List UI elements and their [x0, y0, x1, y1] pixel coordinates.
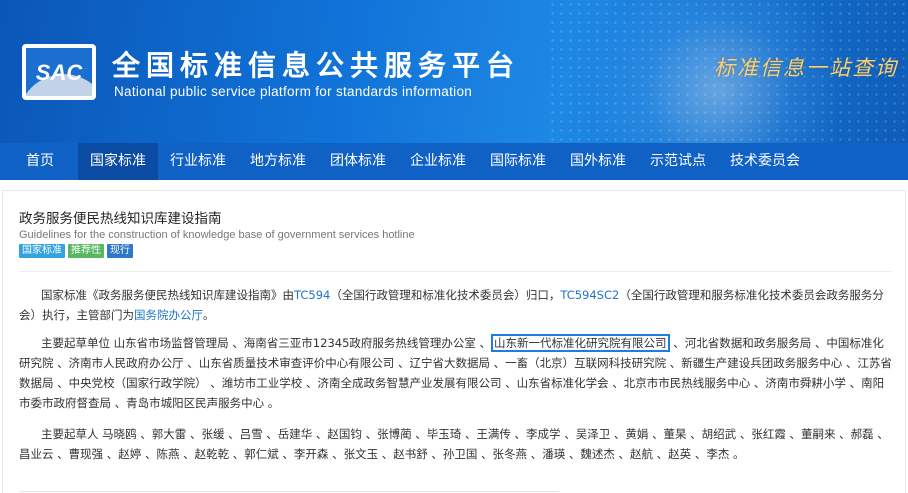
status-tags: 国家标准 推荐性 现行	[19, 244, 133, 258]
highlighted-unit[interactable]: 山东新一代标准化研究院有限公司	[491, 334, 670, 352]
tag-current: 现行	[107, 244, 133, 258]
divider	[19, 271, 891, 272]
drafting-units-before: 主要起草单位 山东省市场监督管理局 、海南省三亚市12345政府服务热线管理办公…	[41, 336, 492, 350]
tc594-link[interactable]: TC594	[294, 288, 330, 302]
nav-item-foreign[interactable]: 国外标准	[558, 143, 638, 180]
page-title-en: Guidelines for the construction of knowl…	[19, 229, 415, 241]
slogan-text: 标准信息一站查询	[714, 56, 898, 80]
nav-item-national[interactable]: 国家标准	[78, 143, 158, 180]
nav-item-industry[interactable]: 行业标准	[158, 143, 238, 180]
attribution-text-2: （全国行政管理和标准化技术委员会）归口，	[330, 288, 561, 302]
nav-item-enterprise[interactable]: 企业标准	[398, 143, 478, 180]
bottom-divider	[19, 491, 559, 492]
attribution-text-4: 。	[203, 308, 215, 322]
sac-logo-icon[interactable]: SAC	[22, 44, 96, 100]
site-title[interactable]: 全国标准信息公共服务平台	[112, 44, 520, 84]
nav-item-international[interactable]: 国际标准	[478, 143, 558, 180]
main-nav: 首页 国家标准 行业标准 地方标准 团体标准 企业标准 国际标准 国外标准 示范…	[0, 143, 908, 180]
tag-national-standard: 国家标准	[19, 244, 65, 258]
nav-item-committee[interactable]: 技术委员会	[718, 143, 812, 180]
attribution-text-1: 国家标准《政务服务便民热线知识库建设指南》由	[41, 288, 294, 302]
tag-recommended: 推荐性	[68, 244, 104, 258]
standard-detail-card: 政务服务便民热线知识库建设指南 Guidelines for the const…	[2, 190, 906, 493]
drafting-units-paragraph: 主要起草单位 山东省市场监督管理局 、海南省三亚市12345政府服务热线管理办公…	[19, 333, 893, 413]
nav-item-group[interactable]: 团体标准	[318, 143, 398, 180]
header-banner: SAC 全国标准信息公共服务平台 National public service…	[0, 0, 908, 143]
nav-item-local[interactable]: 地方标准	[238, 143, 318, 180]
nav-item-pilot[interactable]: 示范试点	[638, 143, 718, 180]
logo-text: SAC	[36, 60, 84, 85]
drafters-paragraph: 主要起草人 马晓鸥 、郭大雷 、张缓 、吕雪 、岳建华 、赵国钧 、张博蔺 、毕…	[19, 427, 889, 461]
state-council-office-link[interactable]: 国务院办公厅	[134, 308, 203, 322]
tc594sc2-link[interactable]: TC594SC2	[560, 288, 619, 302]
nav-item-home[interactable]: 首页	[0, 143, 78, 180]
site-subtitle: National public service platform for sta…	[114, 84, 473, 99]
page-title: 政务服务便民热线知识库建设指南	[19, 211, 222, 227]
attribution-paragraph: 国家标准《政务服务便民热线知识库建设指南》由TC594（全国行政管理和标准化技术…	[19, 285, 893, 325]
